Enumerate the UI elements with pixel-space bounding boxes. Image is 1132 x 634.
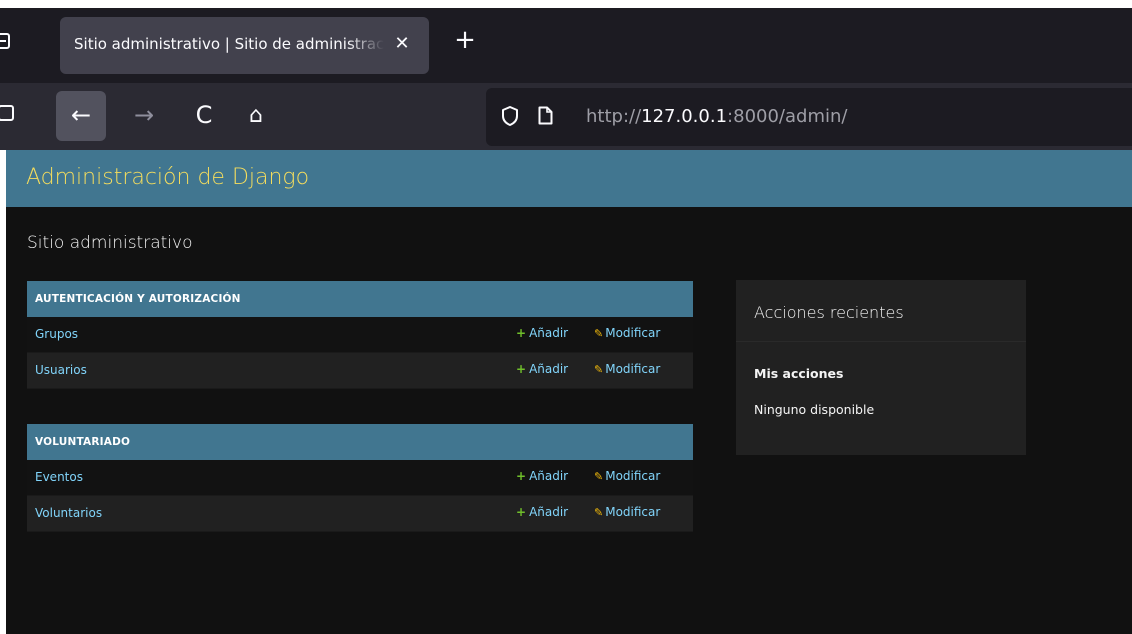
table-row: Voluntarios + Añadir ✎ Modificar — [27, 496, 693, 532]
plus-icon: + — [516, 469, 527, 483]
window-left-edge — [0, 150, 6, 634]
url-path: :8000/admin/ — [727, 106, 848, 127]
change-label: Modificar — [605, 362, 661, 376]
add-button[interactable]: + Añadir — [516, 469, 568, 483]
app-module-auth: Autenticación y autorización Grupos + Aña… — [27, 281, 693, 389]
add-label: Añadir — [529, 505, 569, 519]
pencil-icon: ✎ — [594, 506, 604, 519]
table-row: Eventos + Añadir ✎ Modificar — [27, 460, 693, 496]
module-caption[interactable]: Autenticación y autorización — [27, 281, 693, 317]
model-link-groups[interactable]: Grupos — [35, 327, 78, 341]
url-host: 127.0.0.1 — [641, 106, 728, 127]
recent-actions-title: Acciones recientes — [754, 303, 904, 322]
plus-icon[interactable]: + — [453, 27, 477, 53]
browser-tab-active[interactable]: Sitio administrativo | Sitio de administ… — [60, 17, 429, 74]
change-button[interactable]: ✎ Modificar — [594, 326, 660, 340]
change-label: Modificar — [605, 326, 661, 340]
table-row: Grupos + Añadir ✎ Modificar — [27, 317, 693, 353]
change-label: Modificar — [605, 505, 661, 519]
change-button[interactable]: ✎ Modificar — [594, 362, 660, 376]
change-button[interactable]: ✎ Modificar — [594, 469, 660, 483]
my-actions-heading: Mis acciones — [754, 366, 844, 381]
pencil-icon: ✎ — [594, 470, 604, 483]
reload-icon[interactable]: C — [184, 91, 224, 141]
add-label: Añadir — [529, 326, 569, 340]
page-title: Sitio administrativo — [27, 233, 193, 253]
divider — [736, 341, 1026, 342]
no-actions-text: Ninguno disponible — [754, 402, 875, 417]
module-caption[interactable]: Voluntariado — [27, 424, 693, 460]
sidebar-icon[interactable] — [0, 105, 18, 123]
table-row: Usuarios + Añadir ✎ Modificar — [27, 353, 693, 389]
add-button[interactable]: + Añadir — [516, 362, 568, 376]
model-link-volunteers[interactable]: Voluntarios — [35, 506, 102, 520]
back-icon[interactable]: ← — [56, 91, 106, 141]
browser-tab-strip: Sitio administrativo | Sitio de administ… — [0, 0, 1132, 83]
add-button[interactable]: + Añadir — [516, 326, 568, 340]
forward-icon[interactable]: → — [124, 91, 164, 141]
site-branding[interactable]: Administración de Django — [26, 165, 309, 190]
app-module-voluntariado: Voluntariado Eventos + Añadir ✎ Modificar … — [27, 424, 693, 532]
change-label: Modificar — [605, 469, 661, 483]
admin-header: Administración de Django — [6, 150, 1132, 207]
pencil-icon: ✎ — [594, 327, 604, 340]
recent-actions-panel: Acciones recientes Mis acciones Ninguno … — [736, 280, 1026, 455]
page-icon — [538, 106, 553, 125]
plus-icon: + — [516, 505, 527, 519]
tab-title: Sitio administrativo | Sitio de administ… — [74, 35, 384, 53]
window-top-edge — [0, 0, 1132, 8]
browser-nav-bar: ← → C ⌂ http://127.0.0.1:8000/admin/ — [0, 83, 1132, 150]
url-text[interactable]: http://127.0.0.1:8000/admin/ — [586, 106, 847, 127]
add-label: Añadir — [529, 362, 569, 376]
close-icon[interactable]: ✕ — [391, 31, 413, 57]
screen: Sitio administrativo | Sitio de administ… — [0, 0, 1132, 634]
url-scheme: http:// — [586, 106, 642, 127]
pencil-icon: ✎ — [594, 363, 604, 376]
model-link-events[interactable]: Eventos — [35, 470, 83, 484]
add-button[interactable]: + Añadir — [516, 505, 568, 519]
add-label: Añadir — [529, 469, 569, 483]
shield-icon[interactable] — [502, 106, 518, 126]
home-icon[interactable]: ⌂ — [236, 91, 276, 141]
model-link-users[interactable]: Usuarios — [35, 363, 87, 377]
plus-icon: + — [516, 362, 527, 376]
tabs-icon[interactable] — [0, 31, 14, 51]
change-button[interactable]: ✎ Modificar — [594, 505, 660, 519]
url-bar[interactable]: http://127.0.0.1:8000/admin/ — [486, 88, 1132, 146]
plus-icon: + — [516, 326, 527, 340]
